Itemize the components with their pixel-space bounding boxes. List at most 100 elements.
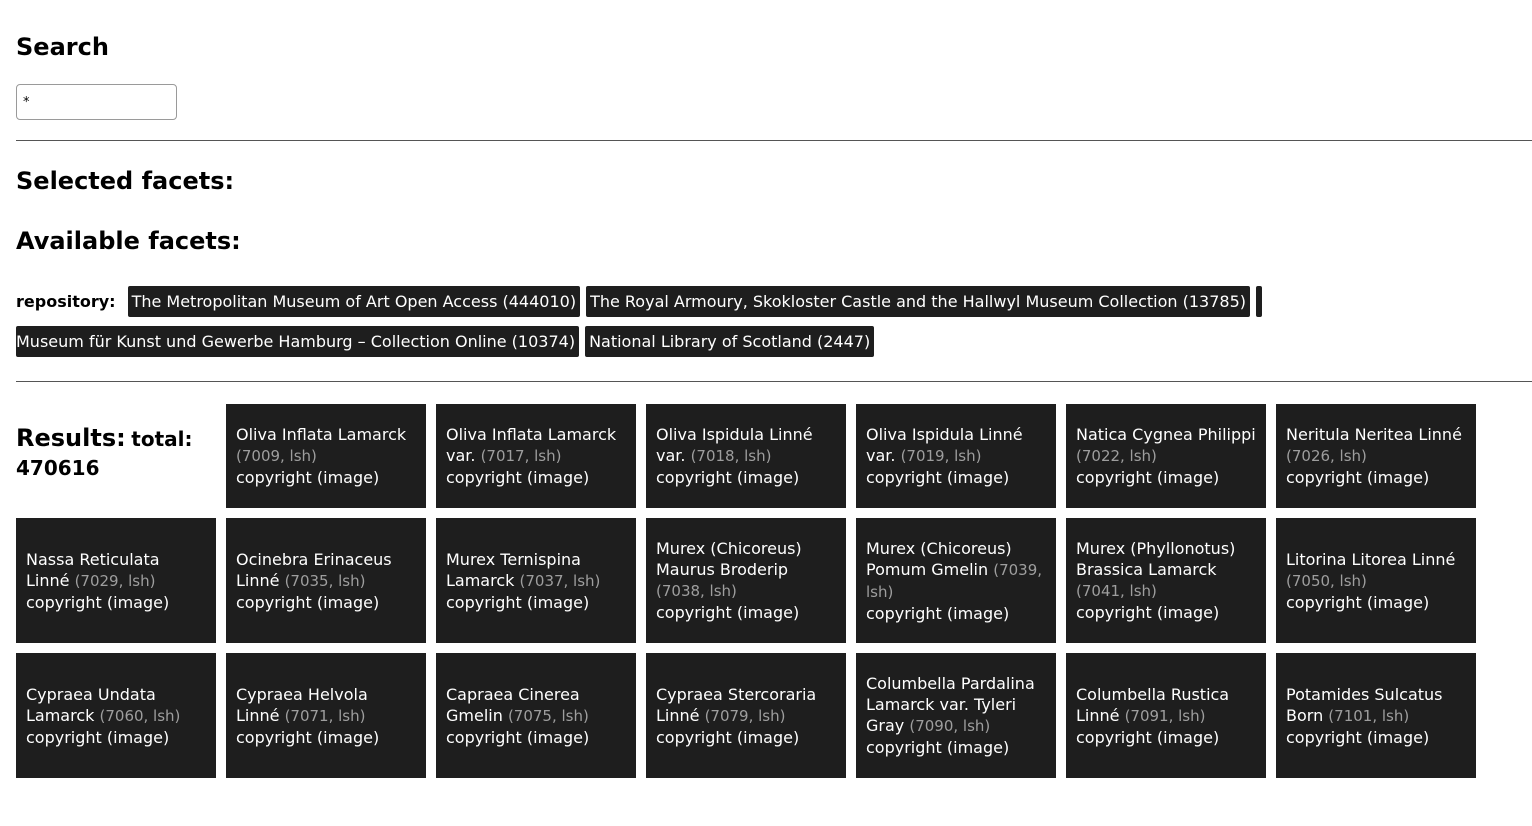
result-tile-text: Ocinebra Erinaceus Linné (7035, lsh) copy…: [236, 549, 416, 613]
result-tile[interactable]: Capraea Cinerea Gmelin (7075, lsh) copyri…: [436, 653, 636, 778]
result-meta: (7029, lsh): [74, 571, 156, 590]
result-tile-text: Oliva Ispidula Linné var. (7018, lsh) cop…: [656, 424, 836, 488]
result-copyright: copyright (image): [866, 468, 1010, 487]
results-total-count: 470616: [16, 456, 100, 480]
result-tile[interactable]: Murex Ternispina Lamarck (7037, lsh) copy…: [436, 518, 636, 643]
result-copyright: copyright (image): [236, 727, 380, 747]
result-tile[interactable]: Potamides Sulcatus Born (7101, lsh) copyr…: [1276, 653, 1476, 778]
results-title: Results:: [16, 424, 126, 452]
result-meta: (7079, lsh): [704, 706, 786, 725]
result-copyright: copyright (image): [26, 727, 170, 747]
result-meta: (7022, lsh): [1076, 447, 1157, 465]
result-tile-text: Murex (Chicoreus) Pomum Gmelin (7039, ls…: [866, 538, 1046, 624]
facet-value-wrap-stub: [1255, 286, 1262, 317]
result-tile-text: Oliva Inflata Lamarck (7009, lsh) copyrig…: [236, 424, 416, 488]
result-title: Murex (Chicoreus) Maurus Broderip: [656, 539, 802, 579]
result-meta: (7038, lsh): [656, 582, 737, 600]
result-copyright: copyright (image): [656, 727, 800, 747]
result-copyright: copyright (image): [866, 738, 1010, 757]
result-meta: (7060, lsh): [99, 706, 181, 725]
result-tile-text: Murex (Phyllonotus) Brassica Lamarck (70…: [1076, 538, 1256, 623]
result-meta: (7101, lsh): [1328, 706, 1410, 725]
result-meta: (7090, lsh): [909, 717, 991, 735]
result-meta: (7037, lsh): [519, 571, 601, 590]
facet-value-met[interactable]: The Metropolitan Museum of Art Open Acce…: [127, 286, 581, 317]
result-tile-text: Potamides Sulcatus Born (7101, lsh) copyr…: [1286, 684, 1466, 748]
result-tile-text: Cypraea Helvola Linné (7071, lsh) copyrig…: [236, 684, 416, 748]
result-copyright: copyright (image): [656, 603, 800, 622]
result-meta: (7041, lsh): [1076, 582, 1157, 600]
result-tile-text: Columbella Pardalina Lamarck var. Tyleri…: [866, 673, 1046, 758]
search-input[interactable]: [16, 84, 177, 120]
result-copyright: copyright (image): [1076, 727, 1220, 747]
result-tile-text: Cypraea Stercoraria Linné (7079, lsh) cop…: [656, 684, 836, 748]
result-copyright: copyright (image): [446, 468, 590, 487]
facet-value-royal-armoury[interactable]: The Royal Armoury, Skokloster Castle and…: [586, 286, 1250, 317]
result-meta: (7091, lsh): [1124, 706, 1206, 725]
available-facets-heading: Available facets:: [16, 227, 241, 255]
result-meta: (7009, lsh): [236, 447, 317, 465]
result-title: Neritula Neritea Linné: [1286, 425, 1462, 444]
result-tile-text: Litorina Litorea Linné (7050, lsh) copyri…: [1286, 549, 1466, 613]
results-total-label: total:: [131, 427, 193, 451]
result-copyright: copyright (image): [1076, 603, 1220, 622]
facet-row-repository: repository: The Metropolitan Museum of A…: [16, 286, 1316, 317]
result-tile[interactable]: Oliva Inflata Lamarck (7009, lsh) copyrig…: [226, 404, 426, 508]
search-heading: Search: [16, 33, 109, 61]
result-tile[interactable]: Oliva Ispidula Linné var. (7019, lsh) cop…: [856, 404, 1056, 508]
result-meta: (7071, lsh): [284, 706, 366, 725]
result-meta: (7035, lsh): [284, 571, 366, 590]
result-tile[interactable]: Neritula Neritea Linné (7026, lsh) copyri…: [1276, 404, 1476, 508]
result-meta: (7019, lsh): [900, 447, 982, 465]
result-tile[interactable]: Litorina Litorea Linné (7050, lsh) copyri…: [1276, 518, 1476, 643]
result-meta: (7018, lsh): [690, 447, 772, 465]
result-tile[interactable]: Nassa Reticulata Linné (7029, lsh) copyri…: [16, 518, 216, 643]
result-copyright: copyright (image): [26, 592, 170, 612]
result-copyright: copyright (image): [656, 468, 800, 487]
result-copyright: copyright (image): [1286, 592, 1430, 612]
result-tile[interactable]: Murex (Chicoreus) Maurus Broderip (7038,…: [646, 518, 846, 643]
result-title: Murex (Phyllonotus) Brassica Lamarck: [1076, 539, 1236, 579]
result-tile[interactable]: Ocinebra Erinaceus Linné (7035, lsh) copy…: [226, 518, 426, 643]
result-tile-text: Murex Ternispina Lamarck (7037, lsh) copy…: [446, 549, 626, 613]
result-title: Oliva Inflata Lamarck: [236, 425, 407, 444]
result-tile[interactable]: Murex (Chicoreus) Pomum Gmelin (7039, ls…: [856, 518, 1056, 643]
selected-facets-heading: Selected facets:: [16, 167, 235, 195]
result-meta: (7050, lsh): [1286, 571, 1367, 590]
result-tile[interactable]: Cypraea Undata Lamarck (7060, lsh) copyri…: [16, 653, 216, 778]
result-copyright: copyright (image): [446, 727, 590, 747]
result-copyright: copyright (image): [1286, 727, 1430, 747]
result-title: Murex (Chicoreus) Pomum Gmelin: [866, 538, 1012, 579]
result-tile[interactable]: Cypraea Helvola Linné (7071, lsh) copyrig…: [226, 653, 426, 778]
result-title: Natica Cygnea Philippi: [1076, 425, 1256, 444]
result-tile-text: Capraea Cinerea Gmelin (7075, lsh) copyri…: [446, 684, 626, 748]
result-copyright: copyright (image): [1286, 468, 1430, 487]
result-copyright: copyright (image): [236, 468, 380, 487]
result-tile[interactable]: Columbella Pardalina Lamarck var. Tyleri…: [856, 653, 1056, 778]
result-tile-text: Oliva Ispidula Linné var. (7019, lsh) cop…: [866, 424, 1046, 488]
divider: [16, 381, 1532, 382]
result-tile-text: Murex (Chicoreus) Maurus Broderip (7038,…: [656, 538, 836, 623]
result-tile[interactable]: Cypraea Stercoraria Linné (7079, lsh) cop…: [646, 653, 846, 778]
result-title: Litorina Litorea Linné: [1286, 549, 1456, 569]
facet-label-repository: repository:: [16, 292, 116, 311]
facet-row-repository-continued: Museum für Kunst und Gewerbe Hamburg – C…: [16, 326, 1316, 357]
result-tile-text: Natica Cygnea Philippi (7022, lsh) copyri…: [1076, 424, 1256, 488]
result-copyright: copyright (image): [866, 603, 1010, 623]
result-tile-text: Nassa Reticulata Linné (7029, lsh) copyri…: [26, 549, 206, 613]
results-heading: Results: total: 470616: [16, 424, 216, 480]
result-tile[interactable]: Natica Cygnea Philippi (7022, lsh) copyri…: [1066, 404, 1266, 508]
result-tile[interactable]: Oliva Ispidula Linné var. (7018, lsh) cop…: [646, 404, 846, 508]
result-tile[interactable]: Murex (Phyllonotus) Brassica Lamarck (70…: [1066, 518, 1266, 643]
result-copyright: copyright (image): [236, 592, 380, 612]
result-copyright: copyright (image): [1076, 468, 1220, 487]
result-meta: (7075, lsh): [507, 706, 589, 725]
result-tile[interactable]: Columbella Rustica Linné (7091, lsh) copy…: [1066, 653, 1266, 778]
facet-value-national-library-scotland[interactable]: National Library of Scotland (2447): [585, 326, 875, 357]
result-tile-text: Neritula Neritea Linné (7026, lsh) copyri…: [1286, 424, 1466, 488]
result-meta: (7017, lsh): [480, 447, 562, 465]
result-meta: (7026, lsh): [1286, 447, 1367, 465]
result-tile-text: Oliva Inflata Lamarck var. (7017, lsh) co…: [446, 424, 626, 488]
facet-value-mkg-hamburg[interactable]: Museum für Kunst und Gewerbe Hamburg – C…: [16, 326, 580, 357]
result-tile[interactable]: Oliva Inflata Lamarck var. (7017, lsh) co…: [436, 404, 636, 508]
